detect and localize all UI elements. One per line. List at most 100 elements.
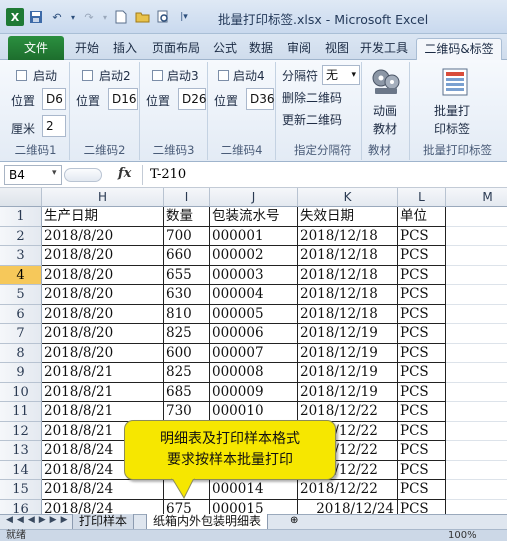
table-cell[interactable]: 000004 [210, 285, 298, 305]
sheet-tab-carton-detail[interactable]: 纸箱内外包装明细表 [146, 514, 269, 530]
table-cell[interactable]: PCS [398, 402, 446, 422]
column-header-m[interactable]: M [446, 188, 507, 207]
table-cell[interactable]: 2018/8/20 [42, 285, 164, 305]
new-file-icon[interactable] [112, 8, 130, 26]
customize-qat-icon[interactable]: |▾ [175, 8, 193, 26]
table-cell[interactable]: 685 [164, 382, 210, 402]
pos3-input[interactable]: D26 [178, 88, 207, 110]
tab-qrcode-label[interactable]: 二维码&标签 [416, 38, 502, 60]
table-cell[interactable]: 2018/8/24 [42, 499, 164, 514]
table-cell[interactable]: 2018/12/19 [298, 324, 398, 344]
table-cell[interactable]: 数量 [164, 207, 210, 227]
table-cell[interactable]: 810 [164, 304, 210, 324]
table-cell[interactable]: 2018/8/20 [42, 226, 164, 246]
column-header-k[interactable]: K [298, 188, 398, 207]
tab-file[interactable]: 文件 [8, 36, 64, 60]
table-cell[interactable]: 包装流水号 [210, 207, 298, 227]
batch-print-line1[interactable]: 批量打 [434, 102, 470, 119]
row-header[interactable]: 11 [0, 402, 42, 422]
table-cell[interactable]: 2018/8/20 [42, 343, 164, 363]
column-header-i[interactable]: I [164, 188, 210, 207]
table-cell[interactable]: 660 [164, 246, 210, 266]
select-all-corner[interactable] [0, 188, 42, 207]
table-cell[interactable]: 2018/12/19 [298, 363, 398, 383]
table-cell[interactable]: 000008 [210, 363, 298, 383]
table-cell[interactable] [446, 461, 507, 480]
enable4-checkbox[interactable] [218, 70, 229, 81]
row-header[interactable]: 12 [0, 421, 42, 441]
column-header-j[interactable]: J [210, 188, 298, 207]
separator-select[interactable]: 无 ▾ [322, 65, 360, 85]
table-cell[interactable] [446, 480, 507, 500]
row-header[interactable]: 8 [0, 343, 42, 363]
table-cell[interactable]: PCS [398, 460, 446, 480]
table-cell[interactable] [446, 383, 507, 402]
batch-print-line2[interactable]: 印标签 [434, 120, 470, 137]
table-cell[interactable]: 700 [164, 226, 210, 246]
table-cell[interactable] [446, 402, 507, 422]
table-cell[interactable]: PCS [398, 265, 446, 285]
row-header[interactable]: 5 [0, 285, 42, 305]
table-cell[interactable]: 730 [164, 402, 210, 422]
table-cell[interactable] [446, 305, 507, 324]
print-preview-icon[interactable] [154, 8, 172, 26]
row-header[interactable]: 7 [0, 324, 42, 344]
row-header[interactable]: 10 [0, 382, 42, 402]
tab-view[interactable]: 视图 [320, 38, 354, 60]
table-cell[interactable]: 825 [164, 324, 210, 344]
table-cell[interactable]: 2018/8/20 [42, 324, 164, 344]
table-cell[interactable]: 2018/12/18 [298, 265, 398, 285]
table-cell[interactable]: 2018/12/22 [298, 480, 398, 500]
table-cell[interactable]: 2018/8/21 [42, 363, 164, 383]
enable1-checkbox[interactable] [16, 70, 27, 81]
table-cell[interactable]: 2018/12/18 [298, 304, 398, 324]
row-header[interactable]: 16 [0, 499, 42, 514]
undo-icon[interactable]: ↶ [48, 8, 66, 26]
row-header[interactable]: 15 [0, 480, 42, 500]
table-cell[interactable]: PCS [398, 304, 446, 324]
table-cell[interactable]: 655 [164, 265, 210, 285]
table-cell[interactable]: PCS [398, 480, 446, 500]
table-cell[interactable] [446, 246, 507, 266]
tab-home[interactable]: 开始 [70, 38, 104, 60]
table-cell[interactable]: 630 [164, 285, 210, 305]
row-header[interactable]: 4 [0, 265, 42, 285]
row-header[interactable]: 2 [0, 226, 42, 246]
table-cell[interactable]: 2018/12/22 [298, 402, 398, 422]
table-cell[interactable] [446, 324, 507, 344]
table-cell[interactable] [446, 500, 507, 515]
redo-dropdown-icon[interactable]: ▾ [101, 8, 109, 26]
animation-line1[interactable]: 动画 [373, 102, 397, 119]
table-cell[interactable]: PCS [398, 421, 446, 441]
zoom-level[interactable]: 100% [448, 530, 477, 542]
cm-input[interactable]: 2 [42, 115, 66, 137]
delete-qrcode-button[interactable]: 删除二维码 [282, 89, 342, 106]
table-cell[interactable]: PCS [398, 246, 446, 266]
pos2-input[interactable]: D16 [108, 88, 138, 110]
row-header[interactable]: 3 [0, 246, 42, 266]
label-sheet-icon[interactable] [440, 68, 470, 96]
table-cell[interactable]: PCS [398, 226, 446, 246]
table-cell[interactable]: PCS [398, 343, 446, 363]
tab-developer[interactable]: 开发工具 [356, 38, 412, 60]
save-icon[interactable] [27, 8, 45, 26]
excel-app-icon[interactable]: X [6, 8, 24, 26]
table-cell[interactable]: 000006 [210, 324, 298, 344]
table-cell[interactable]: 000009 [210, 382, 298, 402]
table-cell[interactable]: 000014 [210, 480, 298, 500]
insert-function-icon[interactable]: fx [118, 166, 131, 181]
row-header[interactable]: 1 [0, 207, 42, 227]
table-cell[interactable]: 2018/8/20 [42, 265, 164, 285]
table-cell[interactable]: 生产日期 [42, 207, 164, 227]
pos1-input[interactable]: D6 [42, 88, 66, 110]
table-cell[interactable]: 000005 [210, 304, 298, 324]
table-cell[interactable] [446, 227, 507, 246]
table-cell[interactable]: 单位 [398, 207, 446, 227]
table-cell[interactable] [446, 422, 507, 441]
table-cell[interactable] [446, 207, 507, 227]
row-header[interactable]: 9 [0, 363, 42, 383]
row-header[interactable]: 13 [0, 441, 42, 461]
table-cell[interactable]: 2018/12/19 [298, 382, 398, 402]
table-cell[interactable] [446, 441, 507, 461]
sheet-tab-print-sample[interactable]: 打印样本 [72, 514, 135, 530]
